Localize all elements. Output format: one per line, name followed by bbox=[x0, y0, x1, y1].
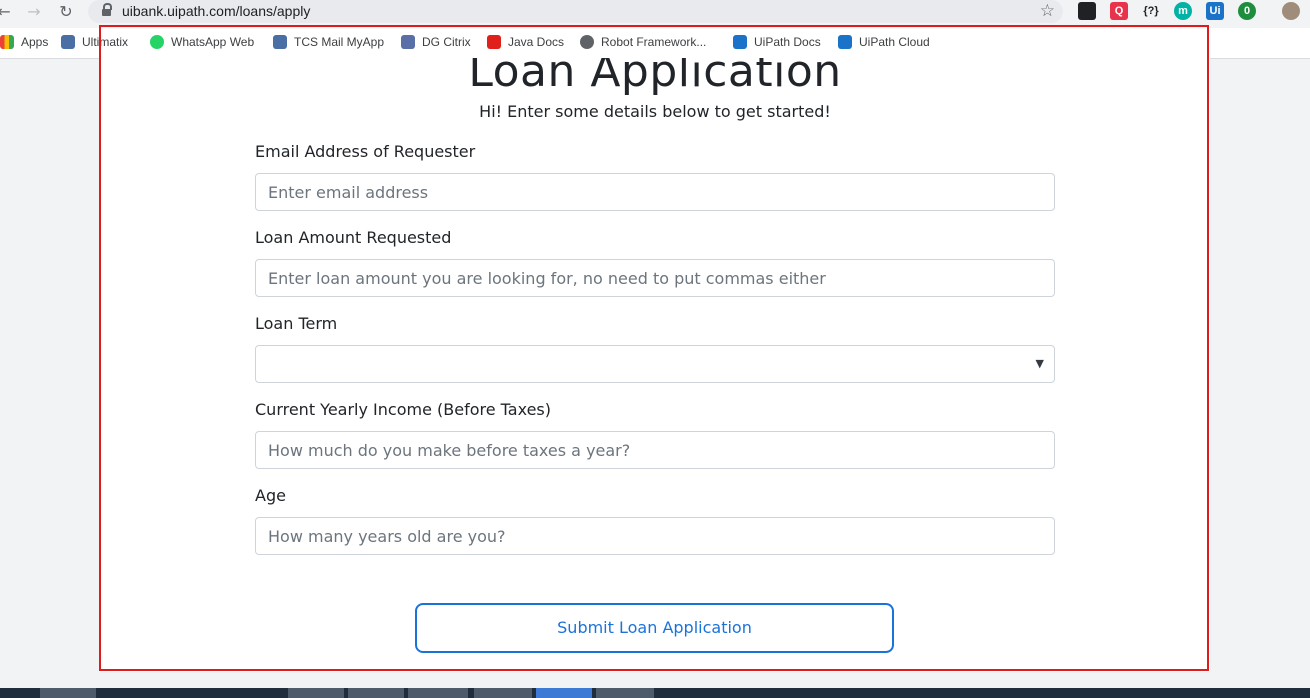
m-extension-icon[interactable]: m bbox=[1174, 2, 1192, 20]
json-extension-icon[interactable]: {?} bbox=[1140, 2, 1162, 20]
taskbar-item[interactable] bbox=[536, 688, 592, 698]
loan-application-page: Loan Application Hi! Enter some details … bbox=[100, 58, 1210, 672]
bookmark-label: Java Docs bbox=[508, 35, 565, 49]
lock-icon bbox=[401, 35, 415, 49]
bookmark-apps[interactable]: Apps bbox=[0, 35, 48, 49]
bookmark-java-docs[interactable]: Java Docs bbox=[487, 35, 564, 49]
oracle-icon bbox=[487, 35, 501, 49]
browser-toolbar: ← → ↻ uibank.uipath.com/loans/apply ☆ Q … bbox=[0, 0, 1310, 24]
email-field[interactable] bbox=[255, 173, 1055, 211]
income-label: Current Yearly Income (Before Taxes) bbox=[255, 400, 551, 419]
bookmark-label: TCS Mail MyApp bbox=[294, 35, 385, 49]
bookmark-whatsapp[interactable]: WhatsApp Web bbox=[150, 35, 254, 49]
bookmark-label: Ultimatix bbox=[82, 35, 129, 49]
bookmark-ultimatix[interactable]: Ultimatix bbox=[61, 35, 128, 49]
check-extension-icon[interactable]: 0 bbox=[1238, 2, 1256, 20]
page-subtitle: Hi! Enter some details below to get star… bbox=[479, 102, 831, 121]
bookmark-tcs-mail[interactable]: TCS Mail MyApp bbox=[273, 35, 384, 49]
page-title: Loan Application bbox=[468, 58, 842, 97]
bookmark-label: UiPath Cloud bbox=[859, 35, 930, 49]
loan-term-label: Loan Term bbox=[255, 314, 338, 333]
address-bar[interactable]: uibank.uipath.com/loans/apply ☆ bbox=[88, 0, 1063, 23]
back-icon[interactable]: ← bbox=[0, 2, 14, 22]
uipath-icon bbox=[838, 35, 852, 49]
income-field[interactable] bbox=[255, 431, 1055, 469]
taskbar-item[interactable] bbox=[288, 688, 344, 698]
bookmark-dg-citrix[interactable]: DG Citrix bbox=[401, 35, 471, 49]
email-label: Email Address of Requester bbox=[255, 142, 476, 161]
cube-extension-icon[interactable] bbox=[1078, 2, 1096, 20]
bookmark-label: Robot Framework... bbox=[601, 35, 707, 49]
bookmark-uipath-cloud[interactable]: UiPath Cloud bbox=[838, 35, 930, 49]
profile-avatar[interactable] bbox=[1282, 2, 1300, 20]
apps-grid-icon bbox=[0, 35, 14, 49]
bookmark-robot-framework[interactable]: Robot Framework... bbox=[580, 35, 706, 49]
url-text: uibank.uipath.com/loans/apply bbox=[122, 3, 311, 19]
bookmark-label: DG Citrix bbox=[422, 35, 471, 49]
taskbar-item[interactable] bbox=[408, 688, 468, 698]
taskbar-item[interactable] bbox=[596, 688, 654, 698]
bookmarks-bar: Apps Ultimatix WhatsApp Web TCS Mail MyA… bbox=[0, 28, 1310, 59]
star-icon[interactable]: ☆ bbox=[1040, 1, 1055, 21]
uipath-extension-icon[interactable]: Ui bbox=[1206, 2, 1224, 20]
bookmark-label: Apps bbox=[21, 35, 49, 49]
bookmark-label: UiPath Docs bbox=[754, 35, 821, 49]
loan-term-select[interactable]: ▼ bbox=[255, 345, 1055, 383]
taskbar-item[interactable] bbox=[474, 688, 532, 698]
uipath-icon bbox=[733, 35, 747, 49]
age-label: Age bbox=[255, 486, 286, 505]
chevron-down-icon: ▼ bbox=[1035, 357, 1044, 370]
tata-icon bbox=[273, 35, 287, 49]
tata-icon bbox=[61, 35, 75, 49]
globe-icon bbox=[580, 35, 594, 49]
lock-icon bbox=[102, 3, 112, 16]
forward-icon[interactable]: → bbox=[24, 2, 44, 22]
bookmark-uipath-docs[interactable]: UiPath Docs bbox=[733, 35, 821, 49]
taskbar-item[interactable] bbox=[40, 688, 96, 698]
loan-amount-field[interactable] bbox=[255, 259, 1055, 297]
age-field[interactable] bbox=[255, 517, 1055, 555]
whatsapp-icon bbox=[150, 35, 164, 49]
loan-amount-label: Loan Amount Requested bbox=[255, 228, 452, 247]
q-extension-icon[interactable]: Q bbox=[1110, 2, 1128, 20]
submit-loan-application-button[interactable]: Submit Loan Application bbox=[415, 603, 894, 653]
taskbar-item[interactable] bbox=[348, 688, 404, 698]
bookmark-label: WhatsApp Web bbox=[171, 35, 255, 49]
taskbar bbox=[0, 688, 1310, 698]
reload-icon[interactable]: ↻ bbox=[56, 2, 76, 22]
